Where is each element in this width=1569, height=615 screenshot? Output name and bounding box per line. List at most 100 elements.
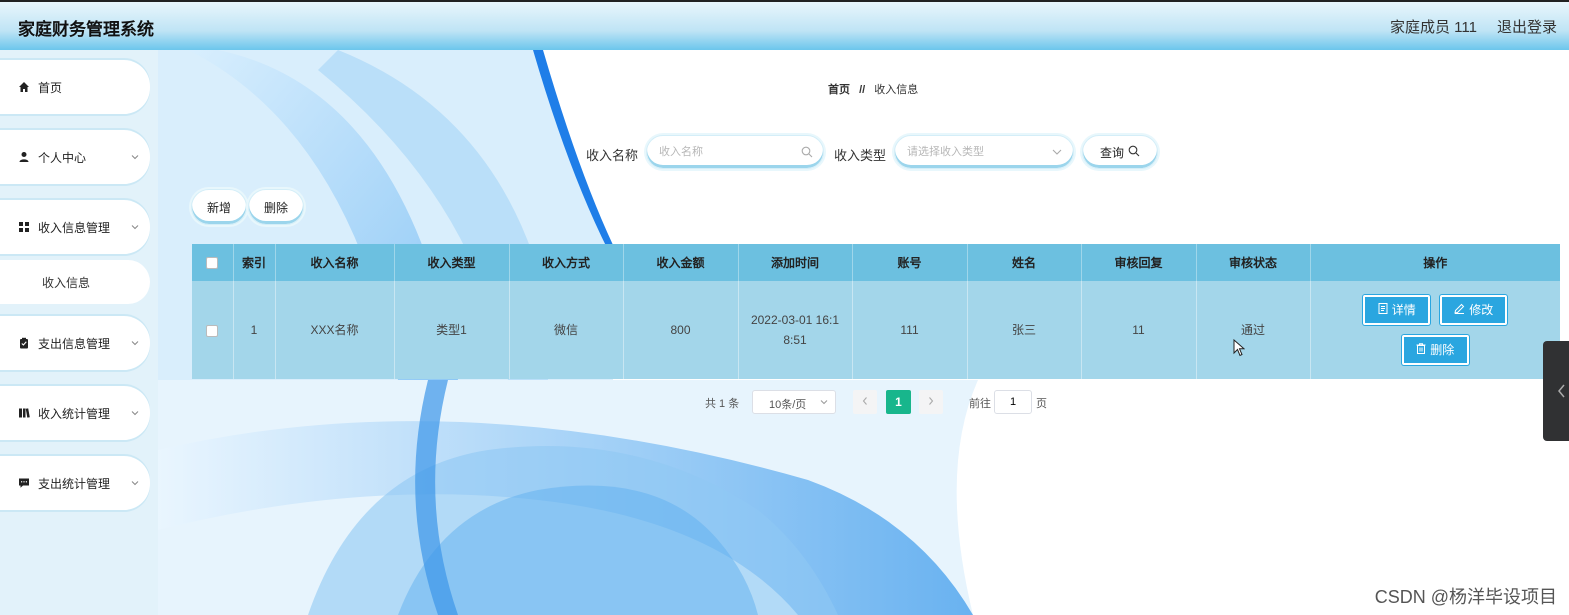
batch-delete-button-label: 删除 [263, 200, 288, 215]
income-table: 索引 收入名称 收入类型 收入方式 收入金额 添加时间 账号 姓名 审核回复 审… [192, 244, 1560, 379]
header-user-area: 家庭成员 111 退出登录 [1390, 16, 1557, 37]
table-row: 1 XXX名称 类型1 微信 800 2022-03-01 16:18:51 1… [192, 281, 1560, 379]
sidebar-item-home[interactable]: 首页 [0, 60, 150, 114]
pagination-total: 共 1 条 [705, 398, 740, 410]
edit-button[interactable]: 修改 [1440, 295, 1508, 325]
search-icon [1128, 145, 1140, 160]
add-button[interactable]: 新增 [191, 189, 247, 225]
breadcrumb: 首页 // 收入信息 [828, 81, 918, 97]
column-header: 审核状态 [1196, 244, 1311, 281]
edit-button-label: 修改 [1469, 303, 1494, 317]
chevron-down-icon [130, 407, 140, 421]
column-header: 收入类型 [394, 244, 510, 281]
column-header: 账号 [852, 244, 968, 281]
row-checkbox[interactable] [206, 324, 219, 337]
user-icon [18, 151, 30, 163]
logout-link[interactable]: 退出登录 [1497, 16, 1557, 37]
income-name-field [646, 135, 824, 169]
income-type-label: 收入类型 [834, 148, 887, 163]
row-select-cell [192, 281, 234, 379]
sidebar-item-label: 支出信息管理 [38, 336, 111, 351]
sidebar-subitem-label: 收入信息 [42, 275, 91, 290]
sidebar-item-expense-management[interactable]: 支出信息管理 [0, 316, 150, 370]
income-type-input[interactable] [907, 144, 1047, 160]
grid-icon [18, 221, 30, 233]
document-icon [1378, 300, 1388, 320]
table-header-row: 索引 收入名称 收入类型 收入方式 收入金额 添加时间 账号 姓名 审核回复 审… [192, 244, 1560, 281]
book-icon [18, 407, 30, 419]
chevron-left-icon [861, 395, 869, 409]
goto-label: 前往 [969, 398, 991, 410]
chevron-down-icon [1051, 146, 1063, 161]
select-all-cell [192, 244, 234, 281]
sidebar-item-income-management[interactable]: 收入信息管理 [0, 200, 150, 254]
top-header: 家庭财务管理系统 家庭成员 111 退出登录 [0, 0, 1569, 50]
watermark: CSDN @杨洋毕设项目 [1374, 587, 1557, 607]
page-unit-label: 页 [1036, 398, 1047, 410]
cell-actions: 详情 修改 删除 [1310, 281, 1560, 379]
cell-review-status: 通过 [1196, 281, 1311, 379]
cell-person-name: 张三 [967, 281, 1082, 379]
prev-page-button[interactable] [853, 390, 877, 414]
detail-button-label: 详情 [1391, 303, 1416, 317]
query-button[interactable]: 查询 [1082, 135, 1158, 169]
sidebar-item-personal-center[interactable]: 个人中心 [0, 130, 150, 184]
column-header: 添加时间 [738, 244, 853, 281]
current-user[interactable]: 家庭成员 111 [1390, 16, 1477, 37]
sidebar-item-label: 支出统计管理 [38, 476, 111, 491]
edit-icon [1454, 300, 1465, 320]
delete-button-label: 删除 [1430, 343, 1455, 357]
query-button-label: 查询 [1099, 145, 1124, 160]
select-all-checkbox[interactable] [206, 257, 219, 270]
breadcrumb-home[interactable]: 首页 [828, 84, 850, 96]
sidebar-subitem-income-info[interactable]: 收入信息 [0, 260, 150, 304]
side-panel-handle[interactable] [1543, 341, 1569, 441]
column-header: 收入名称 [275, 244, 395, 281]
chevron-down-icon [130, 337, 140, 351]
home-icon [18, 81, 30, 93]
column-header: 收入方式 [509, 244, 624, 281]
page-size-select[interactable]: 10条/页 [752, 390, 836, 414]
page-number-current[interactable]: 1 [886, 390, 911, 414]
cell-review-reply: 11 [1081, 281, 1197, 379]
cell-account: 111 [852, 281, 968, 379]
add-button-label: 新增 [206, 200, 231, 215]
app-title: 家庭财务管理系统 [18, 20, 154, 39]
cell-income-type: 类型1 [394, 281, 510, 379]
cursor-icon [1233, 338, 1246, 360]
page-size-value: 10条/页 [769, 399, 807, 411]
sidebar-item-label: 个人中心 [38, 150, 87, 165]
search-icon [801, 146, 813, 161]
income-type-select[interactable] [894, 135, 1074, 169]
batch-delete-button[interactable]: 删除 [248, 189, 304, 225]
sidebar-item-expense-statistics[interactable]: 支出统计管理 [0, 456, 150, 510]
chevron-down-icon [130, 221, 140, 235]
cell-index: 1 [233, 281, 276, 379]
goto-page-input[interactable] [994, 390, 1032, 414]
income-name-input[interactable] [659, 144, 799, 160]
cell-added-time: 2022-03-01 16:18:51 [738, 281, 853, 379]
chevron-down-icon [819, 397, 829, 410]
chevron-down-icon [130, 151, 140, 165]
column-header: 审核回复 [1081, 244, 1197, 281]
chevron-down-icon [130, 477, 140, 491]
chevron-left-icon [1557, 383, 1567, 402]
sidebar-item-income-statistics[interactable]: 收入统计管理 [0, 386, 150, 440]
breadcrumb-current: 收入信息 [874, 84, 919, 96]
column-header: 姓名 [967, 244, 1082, 281]
column-header: 操作 [1310, 244, 1560, 281]
cell-income-method: 微信 [509, 281, 624, 379]
sidebar-item-label: 首页 [38, 80, 63, 95]
cell-income-name: XXX名称 [275, 281, 395, 379]
column-header: 索引 [233, 244, 276, 281]
sidebar-item-label: 收入信息管理 [38, 220, 111, 235]
column-header: 收入金额 [623, 244, 739, 281]
chevron-right-icon [927, 395, 935, 409]
next-page-button[interactable] [919, 390, 943, 414]
cell-income-amount: 800 [623, 281, 739, 379]
trash-icon [1416, 340, 1426, 360]
detail-button[interactable]: 详情 [1363, 295, 1431, 325]
breadcrumb-separator: // [859, 84, 866, 96]
delete-button[interactable]: 删除 [1401, 335, 1469, 365]
income-name-label: 收入名称 [586, 148, 639, 163]
